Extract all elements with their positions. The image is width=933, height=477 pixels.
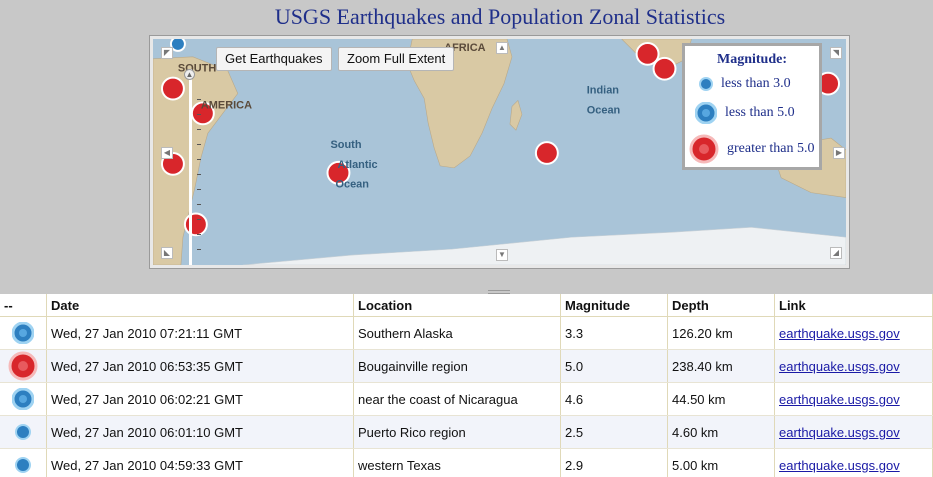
- pan-northwest-icon[interactable]: ◤: [161, 47, 173, 59]
- pan-north-icon[interactable]: ▲: [496, 42, 508, 54]
- quake-marker: [160, 76, 185, 101]
- quake-large-icon: [8, 351, 38, 381]
- usgs-link[interactable]: earthquake.usgs.gov: [779, 458, 900, 473]
- depth-cell: 44.50 km: [667, 382, 775, 416]
- date-cell: Wed, 27 Jan 2010 07:21:11 GMT: [46, 316, 354, 350]
- column-header-depth[interactable]: Depth: [667, 294, 775, 317]
- table-row[interactable]: Wed, 27 Jan 2010 06:01:10 GMT Puerto Ric…: [0, 415, 933, 449]
- zoom-tick: [197, 189, 201, 190]
- date-cell: Wed, 27 Jan 2010 06:01:10 GMT: [46, 415, 354, 449]
- usgs-link[interactable]: earthquake.usgs.gov: [779, 326, 900, 341]
- map-view[interactable]: SOUTH AMERICA AFRICA Indian Ocean South …: [153, 39, 846, 265]
- depth-cell: 5.00 km: [667, 448, 775, 477]
- table-row[interactable]: Wed, 27 Jan 2010 04:59:33 GMT western Te…: [0, 448, 933, 477]
- quake-marker-small: [169, 39, 186, 52]
- zoom-tick: [197, 234, 201, 235]
- table-row[interactable]: Wed, 27 Jan 2010 07:21:11 GMT Southern A…: [0, 316, 933, 350]
- pan-southeast-icon[interactable]: ◢: [830, 247, 842, 259]
- zoom-tick: [197, 144, 201, 145]
- date-cell: Wed, 27 Jan 2010 04:59:33 GMT: [46, 448, 354, 477]
- depth-cell: 126.20 km: [667, 316, 775, 350]
- location-cell: western Texas: [353, 448, 561, 477]
- quake-medium-icon: [695, 102, 717, 124]
- zoom-tick: [197, 219, 201, 220]
- zoom-tick: [197, 159, 201, 160]
- column-header-link[interactable]: Link: [774, 294, 933, 317]
- location-cell: near the coast of Nicaragua: [353, 382, 561, 416]
- zoom-tick: [197, 174, 201, 175]
- quake-small-icon: [15, 424, 31, 440]
- zoom-slider-knob[interactable]: ▲: [184, 69, 195, 80]
- zoom-tick: [197, 249, 201, 250]
- legend-item-greater-than-5: greater than 5.0: [689, 134, 814, 164]
- zoom-full-extent-button[interactable]: Zoom Full Extent: [338, 47, 455, 71]
- legend-item-less-than-3: less than 3.0: [699, 76, 791, 92]
- date-cell: Wed, 27 Jan 2010 06:53:35 GMT: [46, 349, 354, 383]
- date-cell: Wed, 27 Jan 2010 06:02:21 GMT: [46, 382, 354, 416]
- location-cell: Bougainville region: [353, 349, 561, 383]
- svg-text:Ocean: Ocean: [587, 104, 620, 116]
- zoom-tick: [197, 114, 201, 115]
- pan-south-icon[interactable]: ▼: [496, 249, 508, 261]
- legend-label: less than 5.0: [725, 105, 795, 120]
- svg-text:AMERICA: AMERICA: [201, 99, 252, 111]
- column-header-icon[interactable]: --: [0, 294, 47, 317]
- pan-west-icon[interactable]: ◀: [161, 147, 173, 159]
- magnitude-cell: 3.3: [560, 316, 668, 350]
- magnitude-cell: 2.5: [560, 415, 668, 449]
- column-header-magnitude[interactable]: Magnitude: [560, 294, 668, 317]
- magnitude-cell: 2.9: [560, 448, 668, 477]
- pan-northeast-icon[interactable]: ◥: [830, 47, 842, 59]
- page-title: USGS Earthquakes and Population Zonal St…: [274, 4, 726, 29]
- zoom-tick: [197, 129, 201, 130]
- column-header-location[interactable]: Location: [353, 294, 561, 317]
- usgs-link[interactable]: earthquake.usgs.gov: [779, 425, 900, 440]
- table-header-row: -- Date Location Magnitude Depth Link: [0, 294, 933, 317]
- pan-southwest-icon[interactable]: ◣: [161, 247, 173, 259]
- map-label-indian-ocean: Indian: [587, 85, 619, 97]
- map-frame: SOUTH AMERICA AFRICA Indian Ocean South …: [149, 35, 850, 269]
- magnitude-cell: 5.0: [560, 349, 668, 383]
- usgs-link[interactable]: earthquake.usgs.gov: [779, 359, 900, 374]
- column-header-date[interactable]: Date: [46, 294, 354, 317]
- zoom-slider-track[interactable]: [189, 69, 192, 265]
- depth-cell: 4.60 km: [667, 415, 775, 449]
- quake-large-icon: [689, 134, 719, 164]
- magnitude-legend: Magnitude: less than 3.0 less than 5.0 g…: [682, 43, 822, 170]
- map-label-south-atlantic: South: [330, 139, 361, 151]
- legend-item-less-than-5: less than 5.0: [695, 102, 795, 124]
- get-earthquakes-button[interactable]: Get Earthquakes: [216, 47, 332, 71]
- table-row[interactable]: Wed, 27 Jan 2010 06:53:35 GMT Bougainvil…: [0, 349, 933, 383]
- svg-text:Atlantic: Atlantic: [337, 159, 377, 171]
- legend-label: less than 3.0: [721, 76, 791, 91]
- quake-small-icon: [699, 77, 713, 91]
- depth-cell: 238.40 km: [667, 349, 775, 383]
- svg-text:Ocean: Ocean: [335, 179, 368, 191]
- zoom-tick: [197, 204, 201, 205]
- earthquakes-table: -- Date Location Magnitude Depth Link We…: [0, 294, 933, 477]
- quake-medium-icon: [12, 322, 34, 344]
- table-row[interactable]: Wed, 27 Jan 2010 06:02:21 GMT near the c…: [0, 382, 933, 416]
- zoom-tick: [197, 99, 201, 100]
- legend-title: Magnitude:: [717, 52, 787, 67]
- pan-east-icon[interactable]: ▶: [833, 147, 845, 159]
- earthquakes-table-panel: -- Date Location Magnitude Depth Link We…: [0, 294, 933, 477]
- magnitude-cell: 4.6: [560, 382, 668, 416]
- usgs-link[interactable]: earthquake.usgs.gov: [779, 392, 900, 407]
- legend-label: greater than 5.0: [727, 141, 815, 156]
- location-cell: Southern Alaska: [353, 316, 561, 350]
- quake-medium-icon: [12, 388, 34, 410]
- quake-marker: [652, 56, 677, 81]
- quake-small-icon: [15, 457, 31, 473]
- quake-marker: [534, 141, 559, 165]
- location-cell: Puerto Rico region: [353, 415, 561, 449]
